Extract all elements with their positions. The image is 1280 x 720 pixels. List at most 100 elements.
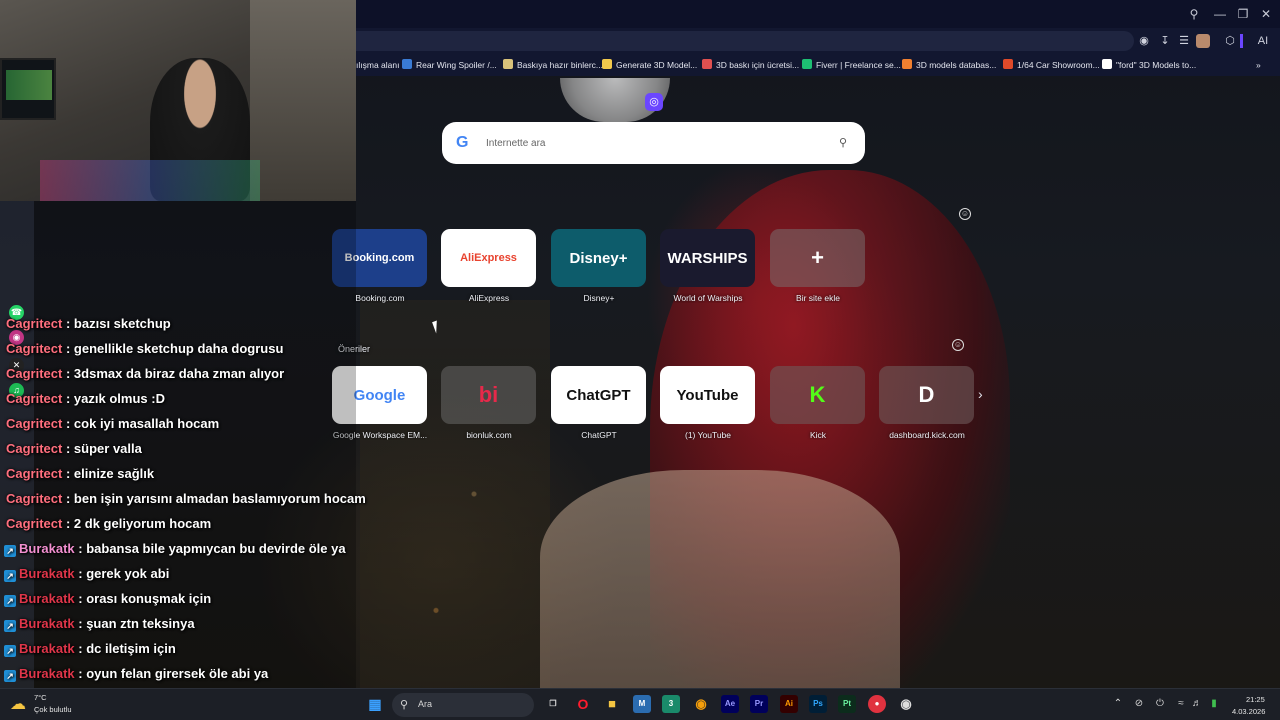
speed-dial-tile[interactable]: Disney+ (551, 229, 646, 287)
taskbar-search-label: Ara (418, 699, 433, 709)
bookmark-favicon-icon (802, 59, 812, 69)
bookmark-favicon-icon (602, 59, 612, 69)
chat-text: : bazısı sketchup (65, 316, 171, 331)
taskbar-search[interactable]: ⚲ Ara (392, 693, 534, 717)
speed-dial-tile[interactable]: YouTube (660, 366, 755, 424)
bookmark-label: 1/64 Car Showroom... (1017, 60, 1100, 70)
chat-message: ↗ Burakatk : gerek yok abi (4, 566, 169, 582)
chat-username: Cagritect (6, 491, 63, 506)
bookmark-label: 3D baskı için ücretsi... (716, 60, 800, 70)
chat-message: Cagritect : 3dsmax da biraz daha zman al… (6, 366, 284, 381)
chat-username: Cagritect (6, 391, 63, 406)
bookmark-label: ılışma alanı (356, 60, 400, 70)
smiley-icon[interactable]: ☺ (959, 208, 971, 220)
extensions-icon[interactable]: ⬡ (1223, 34, 1237, 48)
address-field[interactable] (356, 31, 1134, 51)
app-red-icon[interactable]: ● (868, 695, 886, 713)
bookmark-item[interactable]: Generate 3D Model... (602, 58, 697, 72)
ai-button[interactable]: AI (1252, 34, 1274, 48)
search-icon[interactable]: ⚲ (835, 135, 851, 151)
chat-username: Burakatk (19, 641, 75, 656)
tile-label[interactable]: Bir site ekle (763, 293, 873, 303)
search-icon: ⚲ (400, 699, 409, 711)
speed-dial-tile[interactable]: bi (441, 366, 536, 424)
chat-username: Cagritect (6, 416, 63, 431)
ai-icon[interactable]: Ai (780, 695, 798, 713)
speed-dial-tile[interactable]: D (879, 366, 974, 424)
google-icon: G (456, 134, 469, 151)
close-icon[interactable]: ✕ (1258, 6, 1274, 22)
bookmark-item[interactable]: "ford" 3D Models to... (1102, 58, 1196, 72)
tile-label[interactable]: (1) YouTube (653, 430, 763, 440)
weather-temperature: 7°C (34, 693, 47, 702)
tile-label[interactable]: Kick (763, 430, 873, 440)
chat-username: Burakatk (19, 666, 75, 681)
chat-badge-icon: ↗ (4, 620, 16, 632)
tile-label[interactable]: ChatGPT (544, 430, 654, 440)
tile-label[interactable]: bionluk.com (434, 430, 544, 440)
opera-globe-icon[interactable]: ◎ (645, 93, 663, 111)
bookmark-favicon-icon (402, 59, 412, 69)
webcam-overlay (0, 0, 356, 201)
blender-icon[interactable]: ◉ (692, 695, 710, 713)
chat-message: Cagritect : yazık olmus :D (6, 391, 165, 406)
chat-message: Cagritect : 2 dk geliyorum hocam (6, 516, 211, 531)
app-m-icon[interactable]: M (633, 695, 651, 713)
bookmark-item[interactable]: Baskıya hazır binlerc... (503, 58, 603, 72)
bookmark-item[interactable]: ılışma alanı (356, 58, 399, 72)
tile-label[interactable]: World of Warships (653, 293, 763, 303)
opera-icon[interactable]: O (574, 695, 592, 713)
wifi-icon[interactable]: ≈ (1174, 698, 1188, 709)
bookmarks-bar: ılışma alanı Rear Wing Spoiler /... Baskıy… (356, 54, 1280, 76)
minimize-icon[interactable]: — (1212, 6, 1228, 22)
smiley-icon[interactable]: ☺ (952, 339, 964, 351)
pr-icon[interactable]: Pr (750, 695, 768, 713)
weather-condition: Çok bulutlu (34, 705, 72, 714)
battery-icon[interactable]: ▮ (1207, 698, 1221, 709)
app-3-icon[interactable]: 3 (662, 695, 680, 713)
file-explorer-icon[interactable]: ■ (603, 695, 621, 713)
network-off-icon[interactable]: ⊘ (1132, 698, 1146, 709)
tile-logo: Disney+ (569, 249, 628, 267)
speed-dial-tile[interactable]: ChatGPT (551, 366, 646, 424)
chat-message: ↗ Burakatk : oyun felan girersek öle abi … (4, 666, 268, 682)
download-icon[interactable]: ↧ (1158, 34, 1172, 48)
speed-dial-tile[interactable]: WARSHIPS (660, 229, 755, 287)
maximize-icon[interactable]: ❐ (1235, 6, 1251, 22)
webcam-monitor (0, 58, 56, 120)
camera-icon[interactable]: ◉ (1137, 34, 1151, 48)
clock-date[interactable]: 4.03.2026 (1232, 707, 1265, 716)
tile-logo: AliExpress (460, 252, 517, 264)
chat-message: ↗ Burakatk : şuan ztn teksinya (4, 616, 195, 632)
clock-time[interactable]: 21:25 (1246, 695, 1265, 704)
task-view-icon[interactable]: ❐ (544, 695, 562, 713)
easy-setup-icon[interactable]: ☰ (1177, 34, 1191, 48)
bookmark-item[interactable]: 1/64 Car Showroom... (1003, 58, 1100, 72)
speed-dial-tile[interactable]: AliExpress (441, 229, 536, 287)
chat-username: Cagritect (6, 516, 63, 531)
ps-icon[interactable]: Ps (809, 695, 827, 713)
chevron-up-icon[interactable]: ⌃ (1111, 698, 1125, 709)
ae-icon[interactable]: Ae (721, 695, 739, 713)
bookmark-item[interactable]: Fiverr | Freelance se... (802, 58, 901, 72)
tile-label[interactable]: dashboard.kick.com (872, 430, 982, 440)
volume-icon[interactable]: ♬ (1190, 698, 1204, 709)
weather-icon[interactable]: ☁ (10, 693, 34, 717)
windows-start-icon[interactable]: ▦ (366, 695, 384, 713)
obs-icon[interactable]: ◉ (897, 695, 915, 713)
microphone-icon[interactable]: ⏻ (1153, 698, 1167, 709)
bookmarks-overflow-icon[interactable]: » (1256, 58, 1261, 72)
avatar[interactable] (1196, 34, 1210, 48)
speed-dial-tile[interactable]: K (770, 366, 865, 424)
chat-message: Cagritect : süper valla (6, 441, 142, 456)
bookmark-item[interactable]: 3D models databas... (902, 58, 996, 72)
bookmark-item[interactable]: 3D baskı için ücretsi... (702, 58, 799, 72)
chevron-right-icon[interactable]: › (978, 386, 988, 402)
search-input[interactable] (486, 132, 816, 154)
tile-label[interactable]: Disney+ (544, 293, 654, 303)
search-tabs-icon[interactable]: ⚲ (1186, 6, 1202, 22)
bookmark-item[interactable]: Rear Wing Spoiler /... (402, 58, 497, 72)
tile-label[interactable]: AliExpress (434, 293, 544, 303)
pt-icon[interactable]: Pt (838, 695, 856, 713)
speed-dial-tile[interactable]: + (770, 229, 865, 287)
